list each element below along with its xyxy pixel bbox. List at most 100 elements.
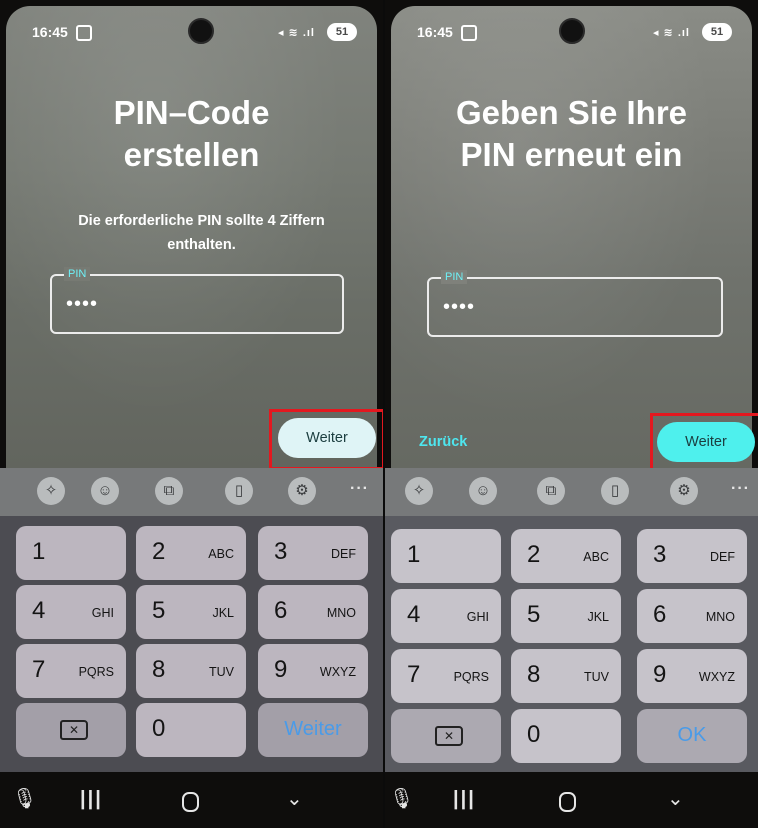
key-digit: 2 [527,541,541,568]
translate-icon[interactable]: ⧉ [537,477,565,505]
pin-value: •••• [443,296,476,318]
key-letters: TUV [209,665,234,679]
key-4[interactable]: 4 GHI [391,589,501,643]
recent-apps-icon[interactable]: ||| [453,786,476,812]
key-8[interactable]: 8 TUV [511,649,621,703]
keyboard-toolbar: ✧ ☺ ⧉ ▯ ⚙ ··· [0,468,383,516]
key-letters: JKL [212,606,234,620]
key-5[interactable]: 5 JKL [511,589,621,643]
more-icon[interactable]: ··· [731,480,750,498]
hint-line: enthalten. [167,237,236,253]
action-label: Weiter [284,718,342,740]
key-8[interactable]: 8 TUV [136,644,246,698]
emoji-icon[interactable]: ☺ [469,477,497,505]
key-digit: 0 [527,721,541,748]
hide-keyboard-icon[interactable]: ⌄ [667,786,684,812]
phone-screen-confirm-pin: 16:45 ◂ ≋ .ıl 51 Geben Sie Ihre PIN erne… [385,0,758,828]
backspace-icon: ✕ [435,726,463,746]
title-line: PIN–Code [113,94,270,131]
app-screen: 16:45 ◂ ≋ .ıl 51 PIN–Code erstellen Die … [6,6,383,470]
hide-keyboard-icon[interactable]: ⌄ [286,786,303,812]
emoji-icon[interactable]: ☺ [91,477,119,505]
key-3[interactable]: 3 DEF [258,526,368,580]
keyboard-ok-key[interactable]: OK [637,709,747,763]
key-6[interactable]: 6 MNO [637,589,747,643]
key-7[interactable]: 7 PQRS [16,644,126,698]
key-letters: MNO [326,606,356,620]
recent-apps-icon[interactable]: ||| [80,786,103,812]
front-camera [188,18,214,44]
clipboard-icon[interactable]: ▯ [225,477,253,505]
next-button[interactable]: Weiter [657,422,755,462]
keyboard-toolbar: ✧ ☺ ⧉ ▯ ⚙ ··· [385,468,758,516]
key-digit: 5 [527,601,541,628]
signal-icon: ◂ ≋ .ıl [652,27,690,39]
key-digit: 6 [653,601,667,628]
hint-line: Die erforderliche PIN sollte 4 Ziffern [78,213,325,229]
battery-icon: 51 [327,23,357,41]
key-digit: 9 [274,656,288,683]
translate-icon[interactable]: ⧉ [155,477,183,505]
app-screen: 16:45 ◂ ≋ .ıl 51 Geben Sie Ihre PIN erne… [391,6,758,473]
screenshot-icon [461,25,477,41]
home-icon[interactable] [559,792,576,812]
key-digit: 2 [152,538,166,565]
key-9[interactable]: 9 WXYZ [258,644,368,698]
key-digit: 1 [407,541,421,568]
settings-icon[interactable]: ⚙ [288,477,316,505]
clipboard-icon[interactable]: ▯ [601,477,629,505]
key-5[interactable]: 5 JKL [136,585,246,639]
key-1[interactable]: 1 [391,529,501,583]
key-9[interactable]: 9 WXYZ [637,649,747,703]
pin-label: PIN [441,270,468,284]
key-letters: DEF [331,547,356,561]
home-icon[interactable] [182,792,199,812]
backspace-key[interactable]: ✕ [391,709,501,763]
backspace-key[interactable]: ✕ [16,703,126,757]
key-3[interactable]: 3 DEF [637,529,747,583]
page-title: Geben Sie Ihre PIN erneut ein [391,92,752,176]
key-letters: WXYZ [319,665,356,679]
key-letters: TUV [584,670,609,684]
key-digit: 1 [32,538,46,565]
sparkle-icon[interactable]: ✧ [37,477,65,505]
key-6[interactable]: 6 MNO [258,585,368,639]
key-2[interactable]: 2 ABC [136,526,246,580]
pin-input[interactable]: PIN •••• [50,267,344,334]
system-nav-bar: 🎙 ||| ⌄ [385,772,758,828]
key-digit: 8 [152,656,166,683]
key-digit: 5 [152,597,166,624]
key-2[interactable]: 2 ABC [511,529,621,583]
key-1[interactable]: 1 [16,526,126,580]
key-letters: JKL [587,610,609,624]
key-0[interactable]: 0 [136,703,246,757]
sparkle-icon[interactable]: ✧ [405,477,433,505]
pin-label: PIN [64,267,91,281]
numeric-keyboard: 1 2 ABC 3 DEF 4 GHI 5 JKL 6 MNO 7 PQRS 8 TUV 9 W… [0,516,383,772]
pin-input[interactable]: PIN •••• [427,270,723,337]
key-letters: MNO [705,610,735,624]
key-7[interactable]: 7 PQRS [391,649,501,703]
back-button[interactable]: Zurück [419,434,467,450]
action-label: OK [677,724,707,746]
microphone-icon[interactable]: 🎙 [389,786,414,812]
key-digit: 3 [653,541,667,568]
pin-value: •••• [66,293,99,315]
pin-hint: Die erforderliche PIN sollte 4 Ziffern e… [46,209,357,257]
next-button[interactable]: Weiter [278,418,376,458]
key-digit: 8 [527,661,541,688]
settings-icon[interactable]: ⚙ [670,477,698,505]
phone-screen-create-pin: 16:45 ◂ ≋ .ıl 51 PIN–Code erstellen Die … [0,0,383,828]
signal-icon: ◂ ≋ .ıl [277,27,315,39]
microphone-icon[interactable]: 🎙 [12,786,37,812]
system-nav-bar: 🎙 ||| ⌄ [0,772,383,828]
key-digit: 4 [32,597,46,624]
key-0[interactable]: 0 [511,709,621,763]
more-icon[interactable]: ··· [350,480,369,498]
battery-icon: 51 [702,23,732,41]
key-letters: DEF [710,550,735,564]
page-title: PIN–Code erstellen [6,92,377,176]
keyboard-next-key[interactable]: Weiter [258,703,368,757]
key-letters: PQRS [78,665,114,679]
key-4[interactable]: 4 GHI [16,585,126,639]
